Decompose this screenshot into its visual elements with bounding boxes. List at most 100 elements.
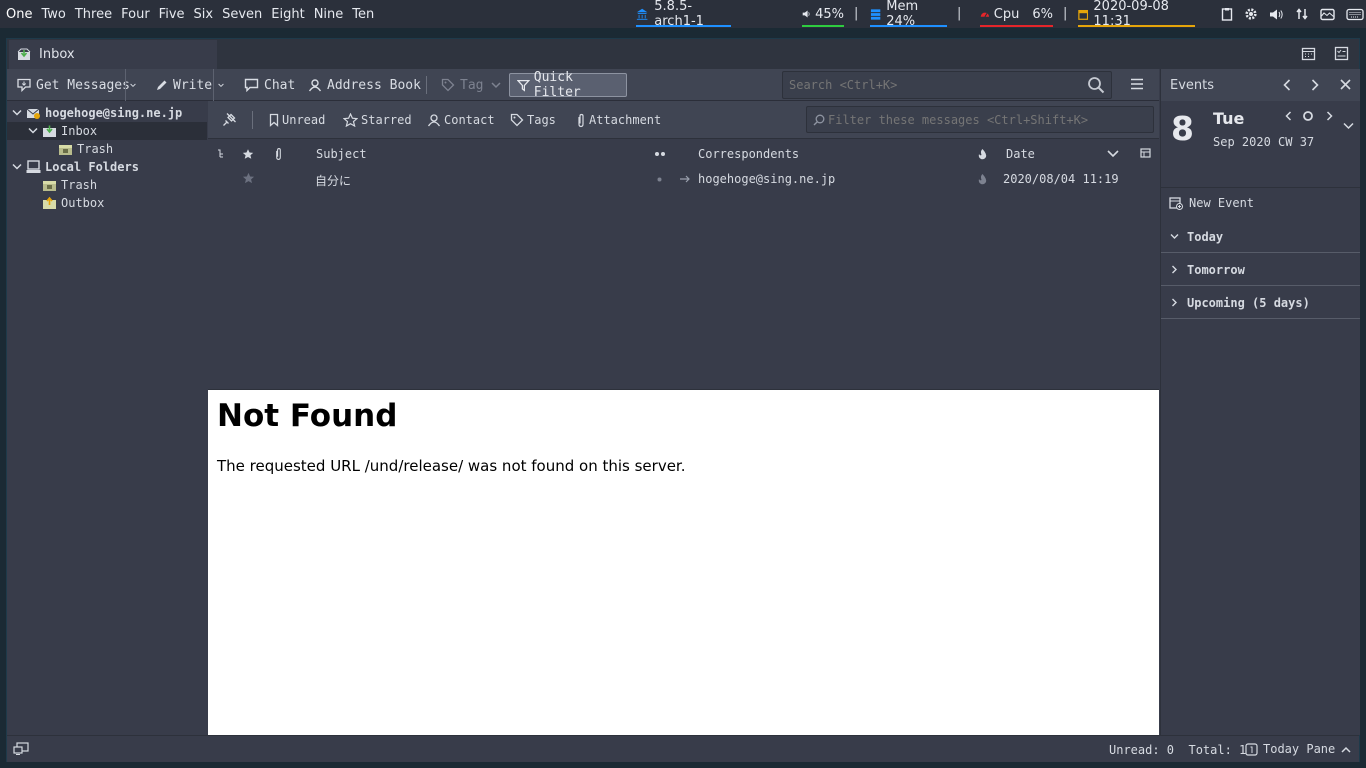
- today-pane-label: Today Pane: [1263, 742, 1336, 756]
- workspace-1[interactable]: One: [6, 7, 32, 22]
- pencil-icon: [157, 80, 167, 90]
- calendar-icon: [1078, 9, 1089, 20]
- table-row[interactable]: 自分に hogehoge@sing.ne.jp 2020/08/04 11:19: [208, 168, 1159, 190]
- filter-contact-button[interactable]: Contact: [427, 101, 495, 139]
- filter-tags-label: Tags: [527, 113, 556, 127]
- folder-account-trash[interactable]: Trash: [7, 140, 207, 158]
- filter-messages-input[interactable]: [806, 106, 1154, 133]
- get-messages-button[interactable]: Get Messages: [17, 69, 130, 101]
- address-book-button[interactable]: Address Book: [308, 69, 421, 101]
- filter-starred-button[interactable]: Starred: [343, 101, 412, 139]
- separator: |: [854, 6, 859, 21]
- workspace-3[interactable]: Three: [75, 7, 112, 22]
- agenda-label: Tomorrow: [1187, 262, 1245, 277]
- cpu-widget: Cpu 6%: [980, 0, 1053, 28]
- search-icon[interactable]: [1087, 76, 1105, 98]
- folder-pane: hogehoge@sing.ne.jp Inbox Trash Local Fo…: [7, 101, 207, 735]
- twisty-expanded-icon[interactable]: [28, 127, 38, 135]
- status-bar: Unread: 0 Total: 1 Today Pane: [7, 735, 1359, 762]
- clipboard-icon[interactable]: [1221, 7, 1233, 21]
- folder-account[interactable]: hogehoge@sing.ne.jp: [7, 104, 207, 122]
- agenda-tomorrow[interactable]: Tomorrow: [1161, 254, 1360, 286]
- folder-local-trash[interactable]: Trash: [7, 176, 207, 194]
- paperclip-icon: [578, 113, 584, 127]
- arrow-right-icon: [680, 175, 690, 183]
- read-status-column-icon[interactable]: [654, 150, 666, 158]
- chevron-down-icon: [1170, 234, 1179, 239]
- close-icon[interactable]: [1340, 79, 1351, 90]
- thread-header: Subject Correspondents Date: [208, 140, 1159, 168]
- filter-separator: [252, 111, 253, 129]
- agenda-upcoming[interactable]: Upcoming (5 days): [1161, 287, 1360, 319]
- thread-column-icon[interactable]: [217, 149, 225, 159]
- write-dropdown[interactable]: [213, 69, 229, 101]
- previous-day-icon[interactable]: [1285, 111, 1292, 121]
- column-date[interactable]: Date: [1006, 147, 1035, 161]
- workspace-9[interactable]: Nine: [314, 7, 344, 22]
- folder-outbox[interactable]: Outbox: [7, 194, 207, 212]
- quick-filter-button[interactable]: Quick Filter: [509, 70, 627, 100]
- attachment-column-icon[interactable]: [274, 147, 283, 161]
- mail-toolbar: Get Messages Write Chat Address Book Tag: [7, 69, 1159, 101]
- new-event-icon: [1169, 197, 1183, 210]
- get-messages-dropdown[interactable]: [125, 69, 141, 101]
- tab-inbox[interactable]: Inbox: [9, 40, 217, 69]
- folder-label: Trash: [77, 142, 114, 156]
- agenda-today[interactable]: Today: [1161, 221, 1360, 253]
- twisty-expanded-icon[interactable]: [12, 109, 22, 117]
- write-button[interactable]: Write: [155, 69, 212, 101]
- folder-local-folders[interactable]: Local Folders: [7, 158, 207, 176]
- drive-icon[interactable]: [1320, 8, 1335, 21]
- workspace-7[interactable]: Seven: [222, 7, 262, 22]
- new-event-button[interactable]: New Event: [1169, 193, 1254, 213]
- chevron-left-icon[interactable]: [1283, 79, 1291, 91]
- twisty-expanded-icon[interactable]: [12, 163, 22, 171]
- clock-widget[interactable]: 2020-09-08 11:31: [1078, 0, 1195, 29]
- chevron-right-icon: [1172, 265, 1177, 274]
- speaker-icon[interactable]: [1269, 8, 1284, 21]
- calendar-tab-icon[interactable]: [1301, 46, 1316, 61]
- network-transfer-icon[interactable]: [1295, 7, 1309, 21]
- column-subject[interactable]: Subject: [316, 147, 367, 161]
- star-column-icon[interactable]: [242, 148, 254, 160]
- column-picker-icon[interactable]: [1140, 148, 1152, 159]
- tag-button[interactable]: Tag: [441, 69, 506, 101]
- app-menu-icon[interactable]: [1130, 78, 1144, 94]
- workspace-8[interactable]: Eight: [271, 7, 304, 22]
- sort-chevron-down-icon[interactable]: [1107, 150, 1119, 158]
- workspace-5[interactable]: Five: [159, 7, 185, 22]
- today-pane-toggle[interactable]: Today Pane: [1245, 739, 1356, 759]
- folder-inbox[interactable]: Inbox: [7, 122, 207, 140]
- chevron-right-icon[interactable]: [1311, 79, 1319, 91]
- volume-widget[interactable]: 45%: [802, 0, 844, 28]
- workspace-4[interactable]: Four: [121, 7, 150, 22]
- star-icon[interactable]: [242, 172, 255, 184]
- column-correspondents[interactable]: Correspondents: [698, 147, 799, 161]
- thread-pane: Subject Correspondents Date 自分に hogehoge…: [208, 140, 1159, 389]
- chevron-down-icon[interactable]: [1343, 122, 1354, 130]
- message-correspondent: hogehoge@sing.ne.jp: [698, 172, 836, 186]
- today-circle-icon[interactable]: [1302, 110, 1314, 122]
- tasks-tab-icon[interactable]: [1334, 46, 1349, 61]
- folder-label: hogehoge@sing.ne.jp: [45, 106, 183, 120]
- system-tray: [1210, 0, 1364, 28]
- online-status-icon[interactable]: [13, 742, 29, 756]
- next-day-icon[interactable]: [1326, 111, 1333, 121]
- filter-tags-button[interactable]: Tags: [510, 101, 556, 139]
- read-dot-icon[interactable]: [657, 177, 662, 182]
- message-date: 2020/08/04 11:19: [1003, 172, 1119, 186]
- chat-button[interactable]: Chat: [244, 69, 295, 101]
- junk-column-icon[interactable]: [977, 148, 988, 160]
- workspace-10[interactable]: Ten: [352, 7, 374, 22]
- filter-attachment-button[interactable]: Attachment: [576, 101, 661, 139]
- tag-icon: [441, 78, 455, 92]
- local-folders-icon: [26, 160, 41, 173]
- keyboard-icon[interactable]: [1346, 8, 1364, 21]
- global-search-input[interactable]: [782, 71, 1112, 99]
- workspace-2[interactable]: Two: [41, 7, 65, 22]
- junk-status-icon[interactable]: [977, 173, 988, 185]
- workspace-6[interactable]: Six: [194, 7, 214, 22]
- settings-gear-icon[interactable]: [1244, 7, 1258, 21]
- filter-unread-button[interactable]: Unread: [269, 101, 325, 139]
- pin-filter-icon[interactable]: [222, 112, 237, 127]
